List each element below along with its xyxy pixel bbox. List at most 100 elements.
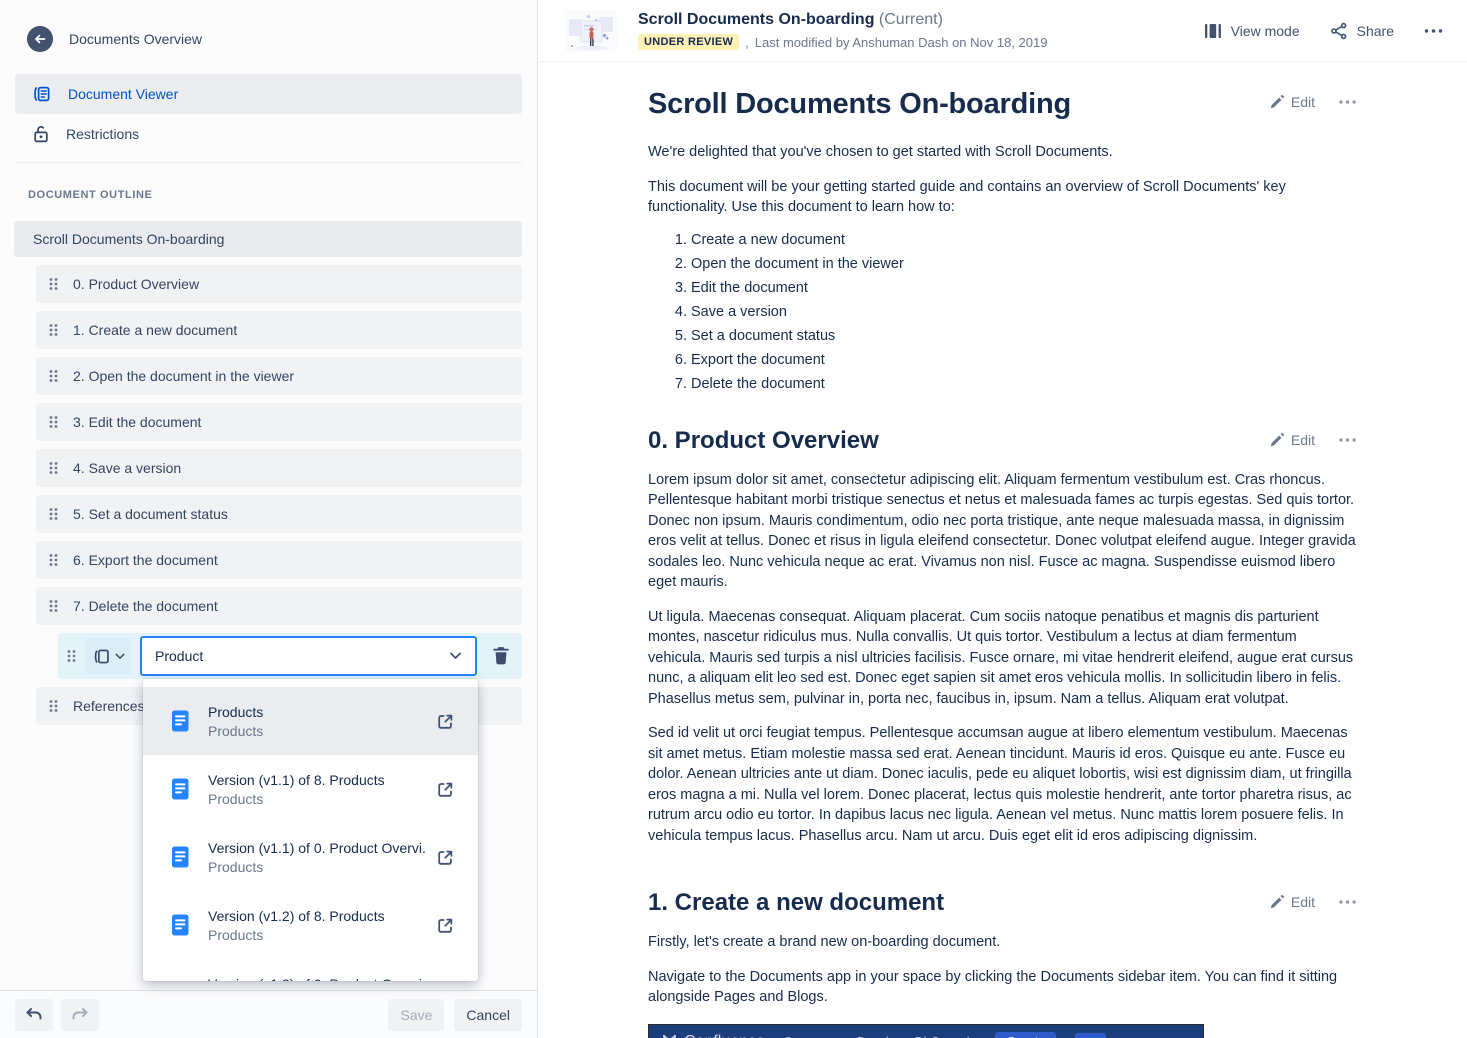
- drag-handle-icon[interactable]: [49, 415, 58, 429]
- header-more-button[interactable]: [1424, 29, 1443, 33]
- option-subtitle: Products: [208, 723, 263, 739]
- drag-handle-icon[interactable]: [49, 277, 58, 291]
- outline-root-item[interactable]: Scroll Documents On-boarding: [14, 221, 522, 257]
- redo-button[interactable]: [61, 999, 99, 1031]
- drag-handle-icon[interactable]: [49, 699, 58, 713]
- drag-handle-icon[interactable]: [49, 323, 58, 337]
- section-more-button[interactable]: [1339, 100, 1356, 104]
- separator: ,: [745, 35, 749, 50]
- undo-button[interactable]: [15, 999, 53, 1031]
- view-mode-icon: [1204, 23, 1222, 39]
- document-icon: [168, 913, 192, 937]
- list-item: Export the document: [691, 348, 1356, 372]
- list-item: Delete the document: [691, 372, 1356, 396]
- outline-item[interactable]: 7. Delete the document: [36, 587, 522, 625]
- paragraph: We're delighted that you've chosen to ge…: [648, 142, 1356, 163]
- back-navigation[interactable]: Documents Overview: [27, 26, 522, 52]
- list-item: Open the document in the viewer: [691, 252, 1356, 276]
- section-more-button[interactable]: [1339, 438, 1356, 442]
- outline-item[interactable]: 4. Save a version: [36, 449, 522, 487]
- dropdown-option[interactable]: Version (v1.2) of 8. Products Products: [143, 891, 478, 959]
- page-title: Scroll Documents On-boarding: [648, 88, 1071, 120]
- section-heading: 1. Create a new document: [648, 888, 944, 918]
- section-product-overview: 0. Product Overview Edit Lorem ipsum dol…: [648, 426, 1356, 847]
- chevron-down-icon: [115, 653, 125, 660]
- option-subtitle: Products: [208, 859, 425, 875]
- outline-item[interactable]: 2. Open the document in the viewer: [36, 357, 522, 395]
- external-link-icon[interactable]: [425, 915, 456, 936]
- edit-button[interactable]: Edit: [1270, 894, 1315, 910]
- ellipsis-icon: [1339, 100, 1356, 104]
- document-viewer-icon: [32, 84, 52, 104]
- edit-button[interactable]: Edit: [1270, 94, 1315, 110]
- outline-item-label: References: [73, 698, 145, 714]
- document-icon: [168, 845, 192, 869]
- save-button[interactable]: Save: [388, 999, 444, 1031]
- external-link-icon[interactable]: [425, 779, 456, 800]
- status-badge: UNDER REVIEW: [638, 34, 739, 50]
- trash-icon[interactable]: [491, 645, 511, 667]
- outline-root-label: Scroll Documents On-boarding: [33, 231, 224, 247]
- dropdown-option[interactable]: Version (v1.1) of 8. Products Products: [143, 755, 478, 823]
- app-window: Documents Overview Document Viewer: [0, 0, 1467, 1038]
- outline-item[interactable]: 3. Edit the document: [36, 403, 522, 441]
- external-link-icon[interactable]: [425, 847, 456, 868]
- pencil-icon: [1270, 895, 1284, 909]
- screenshot-nav-spaces: Spaces: [784, 1035, 838, 1038]
- drag-handle-icon[interactable]: [67, 649, 76, 663]
- lock-icon: [32, 124, 50, 144]
- edit-button[interactable]: Edit: [1270, 432, 1315, 448]
- drag-handle-icon[interactable]: [49, 507, 58, 521]
- undo-icon: [25, 1007, 43, 1022]
- paragraph: This document will be your getting start…: [648, 177, 1356, 218]
- view-mode-label: View mode: [1231, 23, 1300, 39]
- document-icon: [168, 777, 192, 801]
- document-outline: Scroll Documents On-boarding 0. Product …: [14, 221, 522, 725]
- paragraph: Ut ligula. Maecenas consequat. Aliquam p…: [648, 607, 1356, 710]
- outline-item[interactable]: 5. Set a document status: [36, 495, 522, 533]
- dropdown-option[interactable]: Products Products: [143, 687, 478, 755]
- share-button[interactable]: Share: [1330, 22, 1394, 40]
- outline-item-label: 0. Product Overview: [73, 276, 199, 292]
- view-mode-button[interactable]: View mode: [1204, 23, 1300, 39]
- drag-handle-icon[interactable]: [49, 369, 58, 383]
- edit-label: Edit: [1291, 432, 1315, 448]
- outline-item-label: 3. Edit the document: [73, 414, 201, 430]
- external-link-icon[interactable]: [425, 711, 456, 732]
- section-heading: 0. Product Overview: [648, 426, 879, 456]
- document-icon: [168, 709, 192, 733]
- drag-handle-icon[interactable]: [49, 553, 58, 567]
- content-type-selector-button[interactable]: [85, 638, 131, 674]
- drag-handle-icon[interactable]: [49, 599, 58, 613]
- screenshot-more-button: •••: [1075, 1033, 1106, 1038]
- list-item: Set a document status: [691, 324, 1356, 348]
- outline-item[interactable]: 1. Create a new document: [36, 311, 522, 349]
- cancel-button[interactable]: Cancel: [454, 999, 522, 1031]
- chevron-down-icon[interactable]: [449, 652, 462, 660]
- outline-item[interactable]: 0. Product Overview: [36, 265, 522, 303]
- dropdown-option[interactable]: Version (v1.1) of 0. Product Overvi... P…: [143, 823, 478, 891]
- paragraph: Sed id velit ut orci feugiat tempus. Pel…: [648, 723, 1356, 846]
- dropdown-option[interactable]: Version (v1.2) of 0. Product Overvi... P…: [143, 959, 478, 981]
- page-search-combobox[interactable]: Product: [140, 636, 477, 676]
- sidebar-item-document-viewer[interactable]: Document Viewer: [15, 74, 522, 114]
- sidebar-item-restrictions[interactable]: Restrictions: [15, 114, 522, 154]
- sidebar-item-label: Document Viewer: [68, 86, 178, 102]
- section-more-button[interactable]: [1339, 900, 1356, 904]
- version-label: (Current): [879, 11, 943, 28]
- main-area: Scroll Documents On-boarding (Current) U…: [539, 0, 1467, 1038]
- outline-item[interactable]: 6. Export the document: [36, 541, 522, 579]
- outline-item-label: 1. Create a new document: [73, 322, 237, 338]
- embedded-screenshot: Confluence Spaces People DbConsole Creat…: [648, 1024, 1204, 1038]
- option-title: Version (v1.1) of 8. Products: [208, 772, 385, 788]
- share-label: Share: [1357, 23, 1394, 39]
- document-header: Scroll Documents On-boarding (Current) U…: [539, 0, 1467, 62]
- option-title: Version (v1.2) of 0. Product Overvi...: [208, 976, 425, 982]
- paragraph: Lorem ipsum dolor sit amet, consectetur …: [648, 470, 1356, 593]
- list-item: Edit the document: [691, 276, 1356, 300]
- option-title: Version (v1.2) of 8. Products: [208, 908, 385, 924]
- outline-item-label: 5. Set a document status: [73, 506, 228, 522]
- back-arrow-icon[interactable]: [27, 26, 53, 52]
- drag-handle-icon[interactable]: [49, 461, 58, 475]
- document-body: Scroll Documents On-boarding Edit We're …: [539, 62, 1356, 1038]
